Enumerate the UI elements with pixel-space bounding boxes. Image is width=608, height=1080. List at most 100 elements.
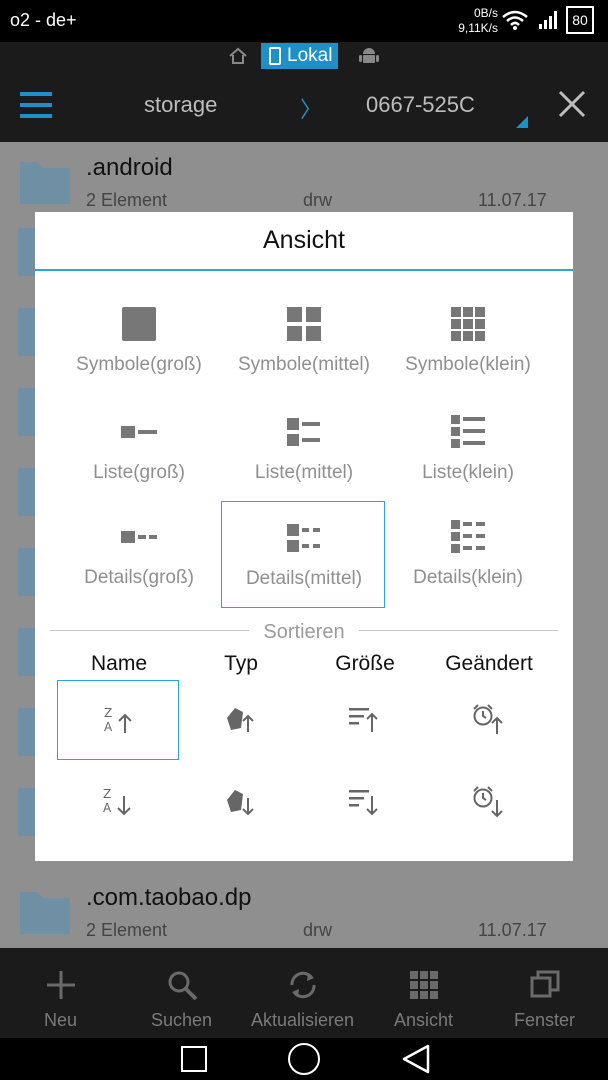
windows-button[interactable]: Fenster	[484, 948, 605, 1038]
search-label: Suchen	[150, 1010, 213, 1030]
sort-time-descending-icon	[473, 786, 503, 818]
sort-column-size: Größe	[335, 652, 395, 675]
file-row[interactable]: .android 2 Element drw 11.07.17	[0, 142, 608, 214]
sort-time-ascending-icon	[473, 704, 503, 734]
view-option-label: Details(mittel)	[245, 568, 363, 589]
folder-icon	[20, 892, 70, 934]
details-large-icon	[121, 531, 157, 543]
sort-alpha-ascending-icon: Z A	[104, 706, 132, 734]
view-option-label: Symbole(groß)	[76, 354, 202, 375]
file-row[interactable]: .com.taobao.dp 2 Element drw 11.07.17	[0, 872, 608, 944]
breadcrumb-current[interactable]: 0667-525C	[366, 92, 475, 118]
signal-icon	[539, 11, 557, 29]
breadcrumb-storage[interactable]: storage	[144, 92, 217, 118]
carrier-name: o2 - de+	[10, 10, 77, 30]
dialog-divider	[35, 269, 573, 271]
sort-name-descending-button[interactable]: Z A	[57, 762, 179, 842]
breadcrumb-dropdown-icon[interactable]	[516, 116, 528, 128]
view-option-label: Symbole(mittel)	[238, 354, 370, 375]
sort-size-ascending-button[interactable]	[303, 680, 425, 760]
search-icon	[168, 971, 198, 1001]
sort-type-ascending-button[interactable]	[179, 680, 301, 760]
location-local-label: Lokal	[287, 45, 333, 66]
details-small-icon	[451, 520, 485, 553]
svg-text:Z: Z	[104, 706, 112, 720]
grid-large-icon	[122, 307, 156, 341]
sort-tag-descending-icon	[227, 790, 254, 816]
sort-column-type: Typ	[224, 652, 258, 675]
bottom-toolbar: Neu Suchen Aktualisieren Ansicht Fenster	[0, 948, 608, 1038]
sort-size-descending-icon	[349, 790, 378, 816]
sort-section-title: Sortieren	[249, 621, 359, 644]
home-button[interactable]	[288, 1043, 320, 1075]
view-option-label: Details(klein)	[413, 567, 523, 588]
file-permissions: drw	[303, 190, 333, 210]
file-name: .android	[86, 154, 173, 181]
sort-column-modified: Geändert	[445, 652, 533, 675]
svg-text:A: A	[103, 801, 112, 815]
view-option-details-large[interactable]: Details(groß)	[57, 501, 221, 608]
system-nav-bar	[0, 1038, 608, 1080]
svg-text:A: A	[104, 720, 113, 734]
view-option-label: Details(groß)	[84, 567, 194, 588]
sort-type-descending-button[interactable]	[179, 762, 301, 842]
dialog-title: Ansicht	[263, 226, 345, 254]
view-label: Ansicht	[393, 1010, 454, 1030]
download-speed: 9,11K/s	[458, 21, 498, 35]
view-option-list-large[interactable]: Liste(groß)	[57, 396, 221, 503]
back-button[interactable]	[400, 1044, 432, 1074]
refresh-label: Aktualisieren	[250, 1010, 355, 1030]
file-date: 11.07.17	[478, 190, 547, 210]
refresh-icon	[290, 971, 316, 999]
wifi-icon	[502, 10, 528, 30]
home-icon[interactable]	[228, 46, 248, 66]
search-button[interactable]: Suchen	[121, 948, 242, 1038]
sort-name-ascending-button[interactable]: Z A	[57, 680, 179, 760]
refresh-button[interactable]: Aktualisieren	[242, 948, 363, 1038]
battery-icon: 80	[566, 6, 594, 34]
view-option-details-small[interactable]: Details(klein)	[386, 501, 550, 608]
location-local-tab[interactable]: Lokal	[261, 43, 339, 69]
view-option-label: Liste(groß)	[93, 462, 185, 483]
file-count: 2 Element	[86, 920, 168, 940]
close-icon[interactable]	[556, 88, 588, 120]
windows-label: Fenster	[513, 1010, 576, 1030]
status-bar: o2 - de+ 0B/s 9,11K/s 80	[0, 0, 608, 42]
sort-modified-ascending-button[interactable]	[427, 680, 549, 760]
view-button[interactable]: Ansicht	[363, 948, 484, 1038]
new-button[interactable]: Neu	[0, 948, 121, 1038]
recent-apps-button[interactable]	[181, 1046, 207, 1072]
sort-column-name: Name	[90, 652, 148, 675]
phone-icon	[269, 47, 281, 65]
view-option-details-medium[interactable]: Details(mittel)	[221, 501, 385, 608]
view-option-list-medium[interactable]: Liste(mittel)	[222, 396, 386, 503]
view-dialog: Ansicht Symbole(groß) Symbole(mittel) Sy…	[35, 212, 573, 861]
sort-alpha-descending-icon: Z A	[103, 787, 131, 816]
view-option-list-small[interactable]: Liste(klein)	[386, 396, 550, 503]
sort-modified-descending-button[interactable]	[427, 762, 549, 842]
network-speed: 0B/s 9,11K/s	[440, 6, 498, 36]
folder-icon	[20, 162, 70, 204]
file-name: .com.taobao.dp	[86, 884, 252, 911]
list-small-icon	[451, 415, 485, 448]
sort-tag-ascending-icon	[227, 708, 254, 732]
view-option-symbols-small[interactable]: Symbole(klein)	[386, 288, 550, 395]
sort-divider	[353, 630, 558, 631]
svg-text:Z: Z	[103, 787, 111, 801]
view-option-symbols-medium[interactable]: Symbole(mittel)	[222, 288, 386, 395]
plus-icon	[47, 971, 75, 999]
file-count: 2 Element	[86, 190, 168, 210]
view-option-symbols-large[interactable]: Symbole(groß)	[57, 288, 221, 395]
android-icon[interactable]	[358, 46, 380, 66]
file-date: 11.07.17	[478, 920, 547, 940]
menu-icon[interactable]	[20, 92, 52, 118]
windows-icon	[530, 970, 560, 998]
top-toolbar: storage 〉 0667-525C	[0, 70, 608, 142]
location-bar: Lokal	[0, 42, 608, 70]
new-label: Neu	[43, 1010, 78, 1030]
details-medium-icon	[287, 524, 320, 552]
sort-size-descending-button[interactable]	[303, 762, 425, 842]
view-option-label: Symbole(klein)	[405, 354, 531, 375]
sort-divider	[50, 630, 255, 631]
sort-size-ascending-icon	[349, 708, 378, 732]
